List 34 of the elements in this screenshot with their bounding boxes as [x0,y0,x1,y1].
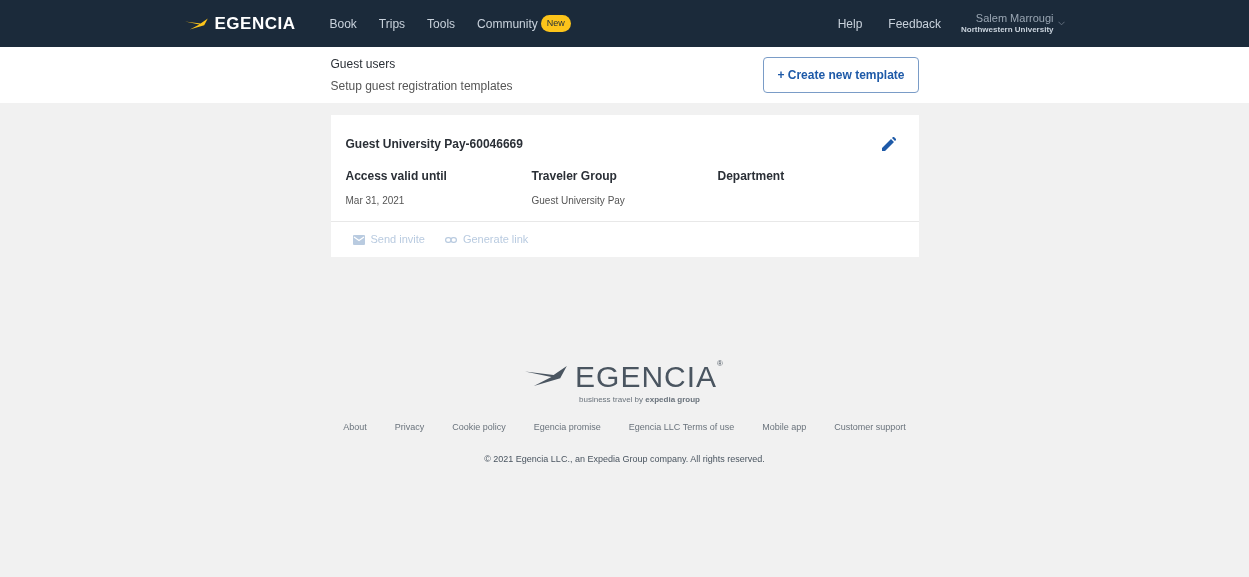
tagline: business travel by expedia group [579,395,700,405]
page-subtitle: Setup guest registration templates [330,78,513,95]
template-name: Guest University Pay-60046669 [345,136,523,153]
nav-link[interactable]: Feedback [888,14,942,33]
link-icon [444,236,457,243]
field-label: Access valid until [345,168,448,185]
user-name: Salem Marrougi [975,11,1054,24]
field-value: Guest University Pay [531,194,626,208]
user-menu[interactable]: Salem Marrougi Northwestern University [961,11,1065,36]
logo-text: EGENCIA [214,12,296,35]
footer-link[interactable]: About [343,421,367,435]
footer-link[interactable]: Customer support [834,421,906,435]
field-label: Department [717,168,786,185]
footer-logo-text: EGENCIA$^{®}$ [575,358,724,395]
footer-link[interactable]: Cookie policy [452,421,506,435]
page-title: Guest users [330,56,397,73]
footer-link[interactable]: Privacy [394,421,425,435]
footer-link[interactable]: Egencia promise [533,421,601,435]
field-label: Traveler Group [531,168,618,185]
nav-link[interactable]: Book [329,14,357,33]
envelope-icon [352,234,365,245]
edit-icon[interactable] [881,137,896,151]
footer-link[interactable]: Mobile app [762,421,807,435]
nav-link[interactable]: Trips [378,14,406,33]
nav-link[interactable]: Tools [427,14,456,33]
chevron-down-icon [1057,21,1065,26]
create-template-button[interactable]: + Create new template [763,57,919,93]
user-organization: Northwestern University [961,24,1054,36]
copyright: © 2021 Egencia LLC., an Expedia Group company. All rights reserved. [484,452,765,466]
nav-link[interactable]: Community New [477,14,571,33]
field-value: Mar 31, 2021 [345,194,406,208]
nav-link[interactable]: Help [837,14,863,33]
footer-link[interactable]: Egencia LLC Terms of use [628,421,735,435]
new-badge: New [540,14,571,33]
